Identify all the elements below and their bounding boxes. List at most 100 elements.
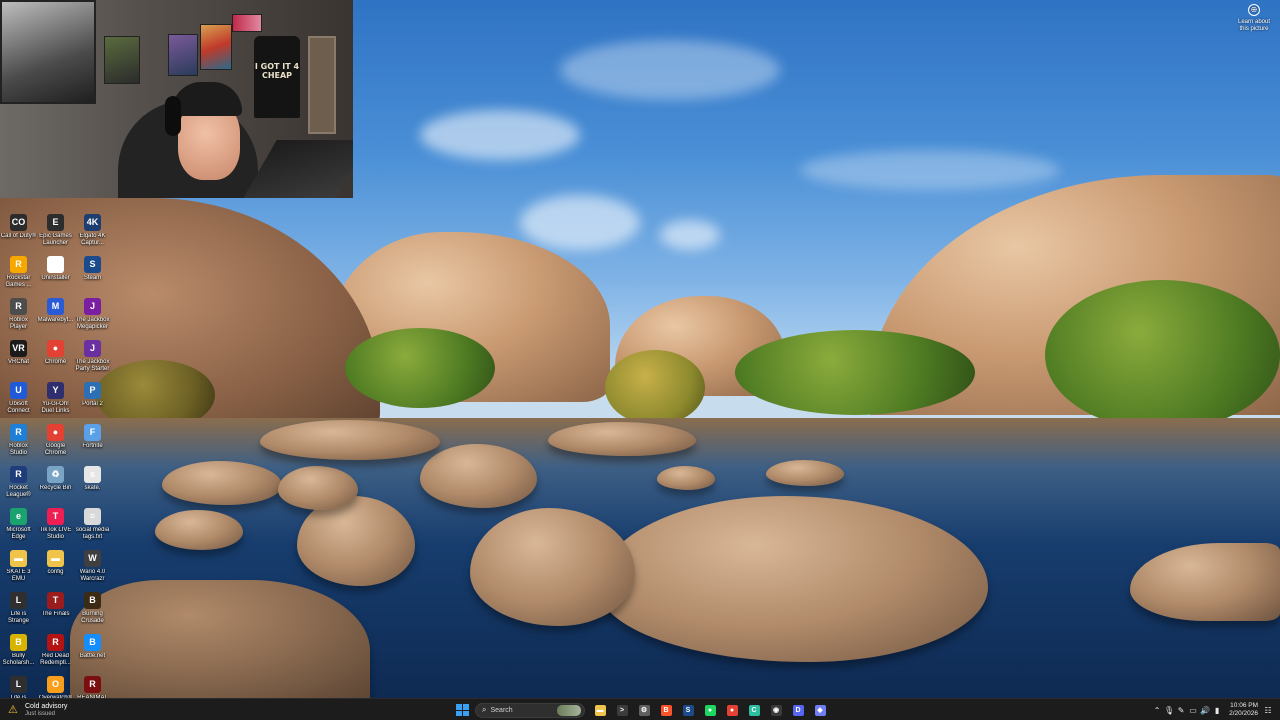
desktop-icon[interactable]: P Portal 2 [74,382,111,422]
notification-icon[interactable]: ☷ [1262,706,1274,715]
taskbar-app-button[interactable]: S [677,701,699,719]
app-icon: J [84,298,101,315]
clock[interactable]: 10:06 PM 2/20/2026 [1229,702,1258,718]
capcut-icon: C [748,704,760,716]
terminal-icon: > [616,704,628,716]
taskbar-app-button[interactable]: > [611,701,633,719]
desktop-icon[interactable]: ▬ config [37,550,74,590]
search-icon: ⌕ [482,705,487,714]
desktop-icon[interactable]: F Fortnite [74,424,111,464]
app-icon: ≡ [84,508,101,525]
network-icon[interactable]: ▭ [1187,706,1199,715]
start-button[interactable] [453,701,471,719]
taskbar-app-button[interactable]: B [655,701,677,719]
taskbar: ⚠ Cold advisory Just issued ⌕ Search ▬ > ⚙… [0,698,1280,720]
weather-title: Cold advisory [25,703,68,710]
desktop-icon[interactable]: ▬ SKATE 3 EMU [0,550,37,590]
obs-icon: ◉ [770,704,782,716]
desktop-icon[interactable]: U Ubisoft Connect [0,382,37,422]
discord-icon: D [792,704,804,716]
desktop-icon[interactable]: CO Call of Duty® [0,214,37,254]
desktop-icon-label: VRChat [7,359,29,365]
desktop-icon-label: Rockstar Games ... [5,275,32,288]
app-icon: R [10,466,27,483]
learn-label: Learn about this picture [1237,19,1271,32]
desktop-icon[interactable]: e Microsoft Edge [0,508,37,548]
desktop-icon[interactable]: B Burning Crusade [74,592,111,632]
desktop-icon[interactable]: ≡ social media tags.txt [74,508,111,548]
desktop-icon[interactable]: W Wario 4.0 Warcrazr [74,550,111,590]
desktop-icon[interactable]: J The Jackbox Megapicker [74,298,111,338]
desktop-icon[interactable]: ● Google Chrome [37,424,74,464]
desktop-icon[interactable]: 4K Elgato 4K Captur... [74,214,111,254]
webcam-overlay[interactable]: I GOT IT 4 CHEAP [0,0,353,198]
clock-time: 10:06 PM [1230,702,1258,709]
desktop-icon-label: Red Dead Redempti... [40,653,71,666]
desktop-icon[interactable]: B Bully Scholarsh... [0,634,37,674]
desktop-icon-label: skate. [84,485,101,491]
volume-icon[interactable]: 🔊 [1199,706,1211,715]
desktop-icon[interactable]: R Roblox Studio [0,424,37,464]
cloud [660,220,720,250]
taskbar-app-button[interactable]: ⚙ [633,701,655,719]
taskbar-app-button[interactable]: ▬ [589,701,611,719]
desktop-icon[interactable]: E Epic Games Launcher [37,214,74,254]
app-icon: ▬ [10,550,27,567]
desktop-icon-label: Google Chrome [44,443,67,456]
desktop-icon-label: Malwarebyt... [37,317,74,323]
desktop-icon-label: Bully Scholarsh... [2,653,35,666]
desktop-icon[interactable]: J The Jackbox Party Starter [74,340,111,380]
desktop-icon[interactable]: s skate. [74,466,111,506]
desktop-icon[interactable]: M Malwarebyt... [37,298,74,338]
cloud [520,195,640,250]
bush [1045,280,1280,430]
desktop-icon-label: Epic Games Launcher [39,233,72,246]
desktop-icon[interactable]: R Rockstar Games ... [0,256,37,296]
weather-widget[interactable]: ⚠ Cold advisory Just issued [8,701,67,719]
desktop-icon[interactable]: Y Yu-Gi-Oh! Duel Links [37,382,74,422]
taskbar-app-button[interactable]: ● [721,701,743,719]
microphone-icon[interactable]: 🎙 [1163,706,1175,715]
boulder [657,466,715,490]
taskbar-app-button[interactable]: ● [699,701,721,719]
taskbar-app-button[interactable]: C [743,701,765,719]
battery-icon[interactable]: ▮ [1211,706,1223,715]
boulder [548,422,696,456]
warning-icon: ⚠ [8,704,18,716]
brave-icon: B [660,704,672,716]
desktop-icon[interactable]: R Roblox Player [0,298,37,338]
desktop-icon-label: Life is Strange [7,611,29,624]
taskbar-app-button[interactable]: D [787,701,809,719]
app-icon: F [84,424,101,441]
desktop-icon-label: social media tags.txt [75,527,110,540]
app-icon: R [10,298,27,315]
desktop-icon[interactable]: T TikTok LIVE Studio [37,508,74,548]
learn-about-picture[interactable]: ⊕ Learn about this picture [1234,4,1274,33]
desktop-icon[interactable]: R Red Dead Redempti... [37,634,74,674]
desktop-icon[interactable]: T The Finals [37,592,74,632]
wall-poster [168,34,198,76]
desktop-icon-label: Roblox Player [9,317,28,330]
desktop-icon[interactable]: G Uninstaller [37,256,74,296]
app-icon: B [10,634,27,651]
pen-icon[interactable]: ✎ [1175,706,1187,715]
desktop-icon[interactable]: ♻ Recycle Bin [37,466,74,506]
desktop-icon[interactable]: R Rocket League® [0,466,37,506]
app-icon: T [47,508,64,525]
bush [735,330,975,415]
desktop-icon[interactable]: ● Chrome [37,340,74,380]
taskbar-app-button[interactable]: ◉ [765,701,787,719]
desktop-icon-label: Chrome [44,359,67,365]
desktop-icon-label: Yu-Gi-Oh! Duel Links [41,401,70,414]
desktop-icon[interactable]: VR VRChat [0,340,37,380]
taskbar-app-button[interactable]: ◆ [809,701,831,719]
app-icon: VR [10,340,27,357]
app-icon: W [84,550,101,567]
headset-icon [165,96,181,136]
desktop-icon-label: The Finals [41,611,70,617]
desktop-icon[interactable]: L Life is Strange [0,592,37,632]
desktop-icon[interactable]: B Battle.net [74,634,111,674]
desktop-icon[interactable]: S Steam [74,256,111,296]
chevron-up-icon[interactable]: ⌃ [1151,706,1163,715]
search-box[interactable]: ⌕ Search [475,702,585,718]
